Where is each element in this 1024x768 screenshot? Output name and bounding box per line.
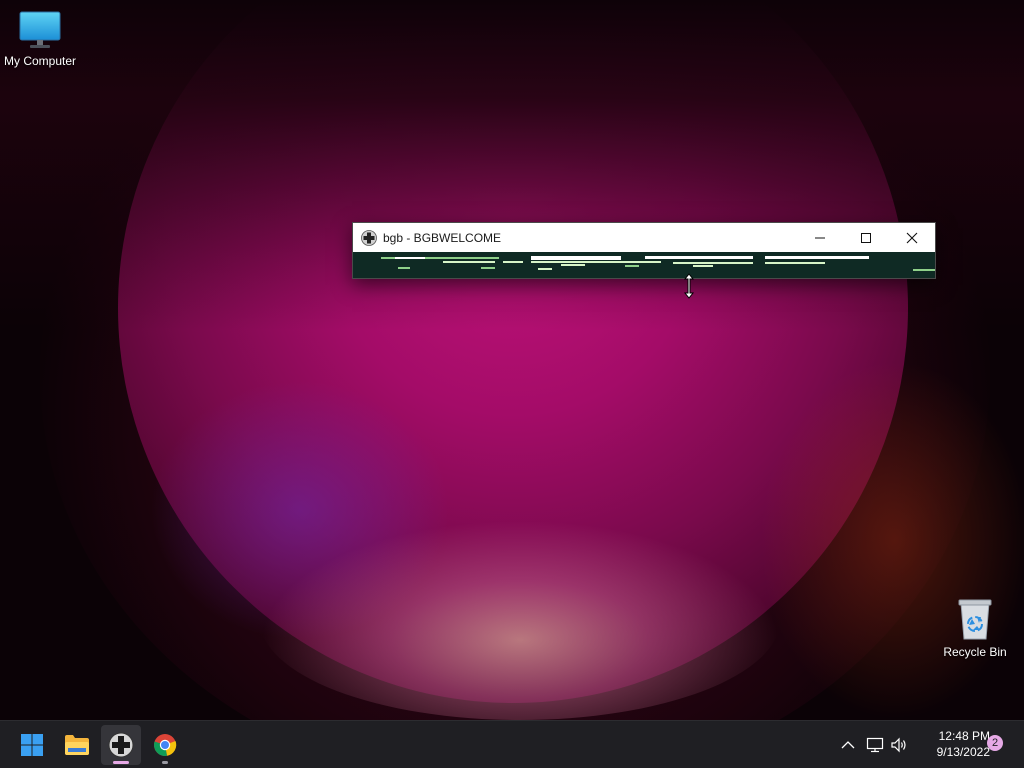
wallpaper-light (260, 520, 780, 720)
desktop-icon-label: Recycle Bin (943, 645, 1007, 659)
screen-artifact (765, 262, 825, 264)
taskbar-file-explorer[interactable] (57, 725, 97, 765)
maximize-icon (861, 232, 871, 243)
wallpaper-top-fade (0, 0, 1024, 330)
wallpaper-purple-haze (150, 380, 450, 640)
screen-artifact (443, 261, 473, 263)
minimize-icon (815, 237, 825, 238)
clock-time: 12:48 PM (938, 729, 990, 743)
title-bar[interactable]: bgb - BGBWELCOME (353, 223, 935, 252)
screen-artifact (398, 267, 410, 269)
notification-badge[interactable]: 2 (987, 735, 1003, 751)
screen-artifact (765, 256, 869, 259)
screen-artifact (645, 256, 753, 259)
clock[interactable]: 12:48 PM 9/13/2022 (914, 728, 990, 760)
screen-artifact (481, 267, 495, 269)
windows-logo-icon (21, 734, 43, 756)
show-hidden-icons-button[interactable] (838, 735, 858, 755)
clock-date: 9/13/2022 (936, 745, 990, 759)
network-icon (866, 737, 884, 753)
desktop-icon-label: My Computer (3, 54, 77, 68)
screen-artifact (913, 269, 935, 271)
screen-artifact (538, 268, 552, 270)
maximize-button[interactable] (843, 223, 889, 252)
screen-artifact (561, 264, 585, 266)
gamepad-dpad-icon (108, 732, 134, 758)
running-indicator (162, 761, 168, 764)
volume-icon (891, 737, 906, 753)
monitor-icon (19, 11, 61, 48)
screen-artifact (621, 261, 661, 263)
wallpaper-glow (40, 0, 990, 720)
network-button[interactable] (865, 735, 885, 755)
screen-artifact (625, 265, 639, 267)
taskbar: 12:48 PM 9/13/2022 (0, 720, 1024, 768)
screen-artifact (531, 261, 623, 263)
close-button[interactable] (889, 223, 935, 252)
emulator-screen[interactable] (353, 252, 935, 278)
screen-artifact (503, 261, 523, 263)
screen-artifact (473, 261, 495, 263)
active-indicator (113, 761, 129, 764)
volume-button[interactable] (889, 735, 909, 755)
desktop-icon-recycle-bin[interactable]: Recycle Bin (935, 597, 1015, 659)
gamepad-dpad-icon (361, 229, 377, 246)
screen-artifact (673, 262, 753, 264)
start-button[interactable] (12, 725, 52, 765)
window-title: bgb - BGBWELCOME (383, 230, 502, 245)
taskbar-bgb[interactable] (101, 725, 141, 765)
screen-artifact (531, 256, 621, 260)
wallpaper-bowl (118, 0, 908, 703)
minimize-button[interactable] (797, 223, 843, 252)
screen-artifact (395, 257, 425, 259)
desktop: My Computer Recycle Bin (0, 0, 1024, 720)
folder-icon (65, 735, 89, 755)
wallpaper-ring (110, 0, 915, 710)
bgb-window[interactable]: bgb - BGBWELCOME (352, 222, 936, 279)
chrome-icon (154, 734, 177, 756)
resize-cursor-icon (683, 273, 695, 299)
taskbar-chrome[interactable] (145, 725, 185, 765)
wallpaper-warm-haze (760, 360, 1024, 720)
chevron-up-icon (841, 741, 855, 749)
close-icon (906, 232, 918, 243)
desktop-icon-my-computer[interactable]: My Computer (0, 10, 80, 68)
screen-artifact (693, 265, 713, 267)
recycle-bin-icon (958, 599, 992, 640)
